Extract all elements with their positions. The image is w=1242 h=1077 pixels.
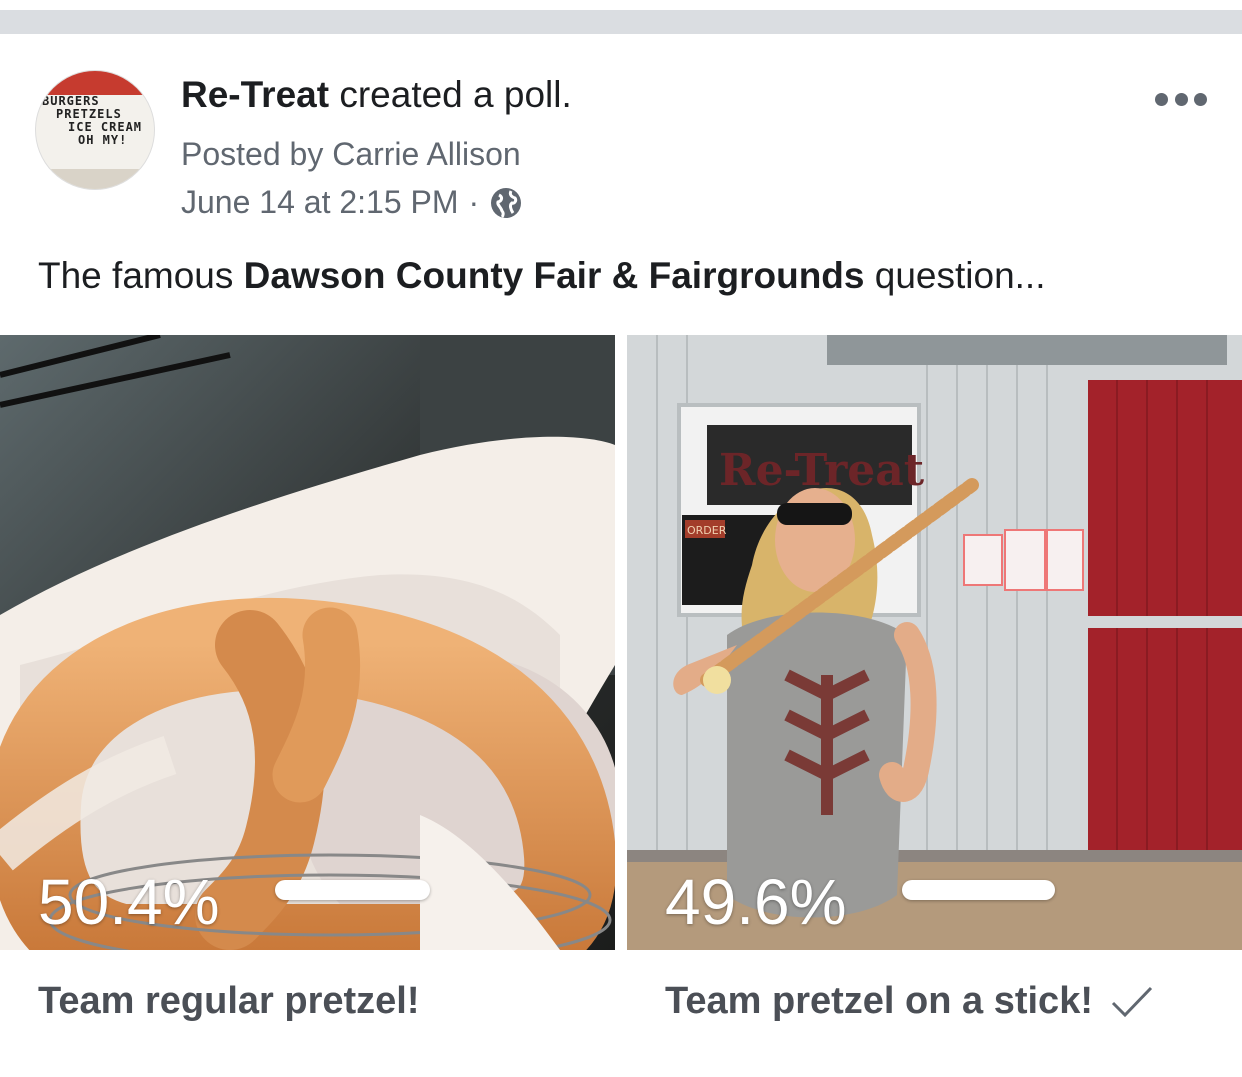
poll-option-2-label[interactable]: Team pretzel on a stick! (665, 980, 1153, 1023)
poll-option-1-bar (275, 880, 430, 900)
poll-option-1-image[interactable]: 50.4% (0, 335, 615, 950)
photo-order-sign: ORDER (687, 524, 727, 537)
poll-option-2-bar (902, 880, 1055, 900)
pretzel-photo (0, 335, 615, 950)
poll-option-1-percent: 50.4% (38, 866, 220, 938)
poll-option-2-text: Team pretzel on a stick! (665, 980, 1093, 1022)
poll-option-2-image[interactable]: Re-Treat ORDER 49.6% (627, 335, 1242, 950)
poll-option-1-text: Team regular pretzel! (38, 980, 420, 1022)
posted-by: Posted by Carrie Allison (181, 136, 521, 172)
post-action: created a poll. (339, 74, 572, 115)
poll-option-1-label[interactable]: Team regular pretzel! (38, 980, 420, 1023)
checkmark-icon (1111, 986, 1153, 1017)
meta-separator: · (468, 184, 480, 220)
avatar-sign: BURGERS PRETZELS ICE CREAM OH MY! (42, 95, 154, 147)
pretzel-on-stick-photo: Re-Treat ORDER (627, 335, 1242, 950)
message-text: question... (864, 255, 1046, 296)
post-message: The famous Dawson County Fair & Fairgrou… (38, 255, 1046, 297)
post-timestamp[interactable]: June 14 at 2:15 PM (181, 184, 459, 221)
page-avatar[interactable]: BURGERS PRETZELS ICE CREAM OH MY! (35, 70, 155, 190)
poll-option-2-percent: 49.6% (665, 866, 847, 938)
feed-top-divider (0, 0, 1242, 34)
page-name-link[interactable]: Re-Treat (181, 74, 329, 115)
post-meta: June 14 at 2:15 PM · (181, 184, 523, 221)
message-text: The famous (38, 255, 244, 296)
post-header-title: Re-Treat created a poll. (181, 72, 572, 118)
avatar-sign-line: OH MY! (78, 133, 128, 147)
tagged-page-link[interactable]: Dawson County Fair & Fairgrounds (244, 255, 865, 296)
globe-icon[interactable] (489, 186, 523, 220)
more-options-icon[interactable] (1155, 86, 1207, 112)
